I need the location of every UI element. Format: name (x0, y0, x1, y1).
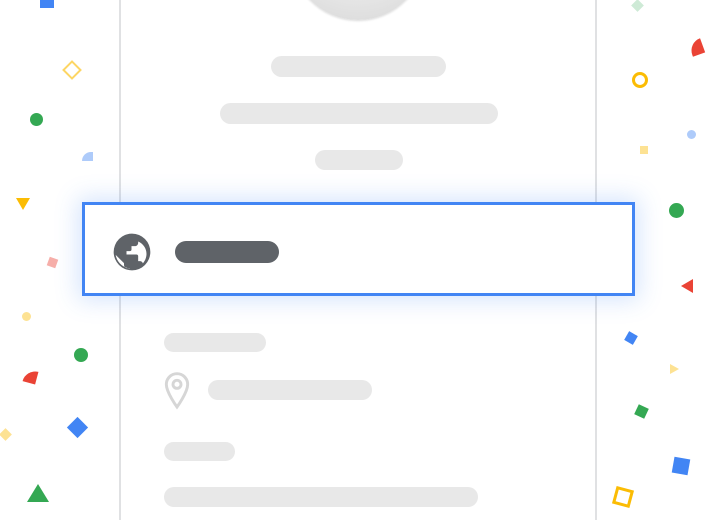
confetti-blue-diamond (66, 416, 89, 439)
name-placeholder (271, 56, 446, 77)
detail-placeholder (315, 150, 403, 170)
confetti-lightblue-wedge (82, 152, 93, 161)
confetti-pale-yellow-triangle (670, 364, 679, 374)
confetti-green-triangle (27, 484, 49, 502)
confetti-mint-diamond (631, 0, 644, 12)
confetti-red-wedge (687, 38, 706, 57)
confetti-red-wedge (22, 368, 39, 385)
confetti-green-dot (669, 203, 684, 218)
confetti-green-dot (30, 113, 43, 126)
confetti-yellow-ring (632, 72, 648, 88)
website-field-card[interactable] (82, 202, 635, 296)
value-placeholder (164, 487, 478, 507)
confetti-green-dot (74, 348, 88, 362)
confetti-pale-yellow-square (640, 146, 648, 154)
confetti-pale-yellow-dot (22, 312, 31, 321)
address-placeholder (208, 380, 372, 400)
location-pin-icon (164, 372, 190, 410)
label-placeholder (164, 442, 235, 461)
confetti-pink-square (46, 256, 59, 269)
globe-icon (113, 233, 151, 271)
confetti-pale-yellow-diamond (0, 428, 12, 441)
confetti-yellow-triangle (16, 198, 30, 210)
website-value-placeholder (175, 241, 279, 263)
confetti-yellow-ring-square (611, 485, 635, 509)
confetti-blue-square (40, 0, 54, 8)
confetti-red-triangle (681, 279, 693, 293)
section-label-placeholder (164, 333, 266, 352)
confetti-lightblue-dot (687, 130, 696, 139)
subtitle-placeholder (220, 103, 498, 124)
confetti-blue-square (671, 456, 691, 476)
confetti-green-diamond (634, 404, 649, 419)
confetti-yellow-diamond (62, 60, 82, 80)
confetti-blue-diamond (624, 331, 638, 345)
